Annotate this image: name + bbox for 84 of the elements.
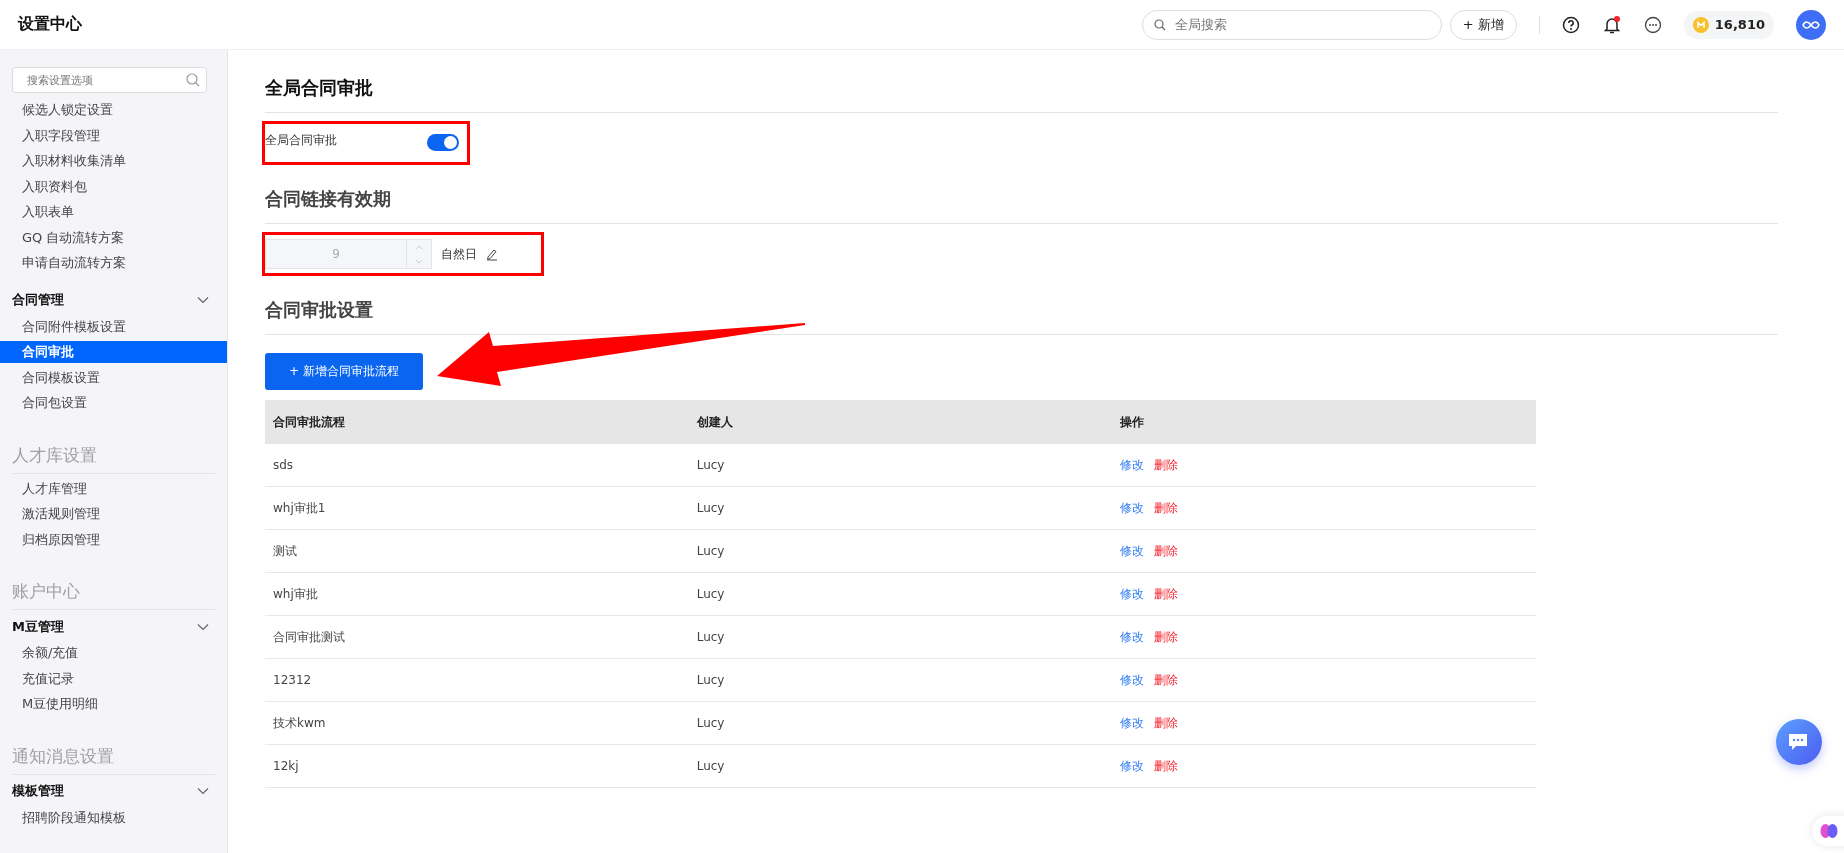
delete-link[interactable]: 删除: [1154, 456, 1179, 474]
edit-link[interactable]: 修改: [1120, 499, 1145, 517]
delete-link[interactable]: 删除: [1154, 714, 1179, 732]
group-header[interactable]: 合同管理: [12, 287, 215, 313]
more-icon[interactable]: [1643, 15, 1662, 34]
column-header: 创建人: [688, 400, 1113, 444]
sidebar-item[interactable]: GQ 自动流转方案: [0, 226, 227, 248]
sidebar-item[interactable]: 归档原因管理: [0, 528, 227, 550]
chat-button[interactable]: [1776, 719, 1822, 765]
sidebar-item[interactable]: 招聘阶段通知模板: [0, 806, 227, 828]
toggle-label: 全局合同审批: [265, 132, 337, 149]
sidebar-item[interactable]: 激活规则管理: [0, 503, 227, 525]
delete-link[interactable]: 删除: [1154, 671, 1179, 689]
table-cell: Lucy: [688, 572, 1113, 616]
table-cell: 12312: [265, 658, 689, 702]
search-icon: [186, 73, 200, 87]
section-heading: 人才库设置: [12, 443, 215, 474]
help-icon[interactable]: [1561, 15, 1580, 34]
table-cell: Lucy: [688, 486, 1113, 530]
sidebar-item[interactable]: 入职表单: [0, 201, 227, 223]
group-label: M豆管理: [12, 617, 64, 636]
edit-link[interactable]: 修改: [1120, 671, 1145, 689]
section-heading: 账户中心: [12, 580, 215, 610]
table-cell: 12kj: [265, 744, 689, 788]
edit-link[interactable]: 修改: [1120, 542, 1145, 560]
settings-search-field[interactable]: 搜索设置选项: [12, 67, 207, 93]
edit-link[interactable]: 修改: [1120, 757, 1145, 775]
table-cell: Lucy: [688, 701, 1113, 745]
sidebar-item[interactable]: 申请自动流转方案: [0, 252, 227, 274]
table-cell: Lucy: [688, 658, 1113, 702]
edit-link[interactable]: 修改: [1120, 628, 1145, 646]
delete-link[interactable]: 删除: [1154, 499, 1179, 517]
unit-label: 自然日: [441, 245, 477, 263]
group-header[interactable]: M豆管理: [12, 614, 215, 639]
delete-link[interactable]: 删除: [1154, 542, 1179, 560]
edit-link[interactable]: 修改: [1120, 714, 1145, 732]
table-cell: Lucy: [688, 529, 1113, 573]
group-header[interactable]: 模板管理: [12, 778, 215, 804]
table-cell: 技术kwm: [265, 701, 689, 745]
brain-icon: [1820, 823, 1838, 839]
section-heading: 通知消息设置: [12, 744, 215, 775]
table-cell: 合同审批测试: [265, 615, 689, 659]
sidebar-item[interactable]: 充值记录: [0, 667, 227, 689]
table-cell: Lucy: [688, 744, 1113, 788]
add-flow-button[interactable]: + 新增合同审批流程: [265, 353, 423, 390]
table-cell: sds: [265, 444, 689, 487]
coin-count: 16,810: [1714, 17, 1765, 32]
table-cell: 测试: [265, 529, 689, 573]
coin-balance[interactable]: 16,810: [1683, 10, 1774, 39]
delete-link[interactable]: 删除: [1154, 628, 1179, 646]
toggle-switch[interactable]: [427, 134, 459, 151]
new-button[interactable]: + 新增: [1449, 9, 1517, 40]
sidebar-item[interactable]: 入职资料包: [0, 175, 227, 197]
section-title: 全局合同审批: [265, 68, 1778, 113]
page-title: 设置中心: [18, 14, 82, 35]
sidebar-item[interactable]: 合同审批: [0, 341, 227, 363]
table-cell: Lucy: [688, 444, 1113, 487]
edit-link[interactable]: 修改: [1120, 456, 1145, 474]
table-cell: whj审批: [265, 572, 689, 616]
edit-link[interactable]: 修改: [1120, 585, 1145, 603]
bell-icon[interactable]: [1601, 14, 1622, 35]
global-search-field[interactable]: 全局搜索: [1141, 9, 1442, 40]
sidebar-item[interactable]: 合同包设置: [0, 392, 227, 414]
column-header: 操作: [1112, 400, 1536, 444]
delete-link[interactable]: 删除: [1154, 585, 1179, 603]
sidebar-item[interactable]: 入职材料收集清单: [0, 150, 227, 172]
sidebar-item[interactable]: 人才库管理: [0, 477, 227, 499]
delete-link[interactable]: 删除: [1154, 757, 1179, 775]
sidebar-item[interactable]: 入职字段管理: [0, 124, 227, 146]
table-cell: whj审批1: [265, 486, 689, 530]
group-label: 模板管理: [12, 782, 64, 800]
group-label: 合同管理: [12, 291, 64, 309]
sidebar-item[interactable]: M豆使用明细: [0, 693, 227, 715]
avatar-icon[interactable]: [1796, 9, 1826, 40]
sidebar-item[interactable]: 余额/充值: [0, 642, 227, 664]
assistant-button[interactable]: [1812, 816, 1844, 846]
column-header: 合同审批流程: [265, 400, 689, 444]
table-cell: Lucy: [688, 615, 1113, 659]
sidebar-item[interactable]: 合同模板设置: [0, 366, 227, 388]
search-icon: [1153, 18, 1166, 31]
sidebar-item[interactable]: 合同附件模板设置: [0, 315, 227, 337]
section-title: 合同链接有效期: [265, 179, 1778, 224]
sidebar-item[interactable]: 候选人锁定设置: [0, 99, 227, 121]
coin-icon: [1692, 16, 1709, 33]
